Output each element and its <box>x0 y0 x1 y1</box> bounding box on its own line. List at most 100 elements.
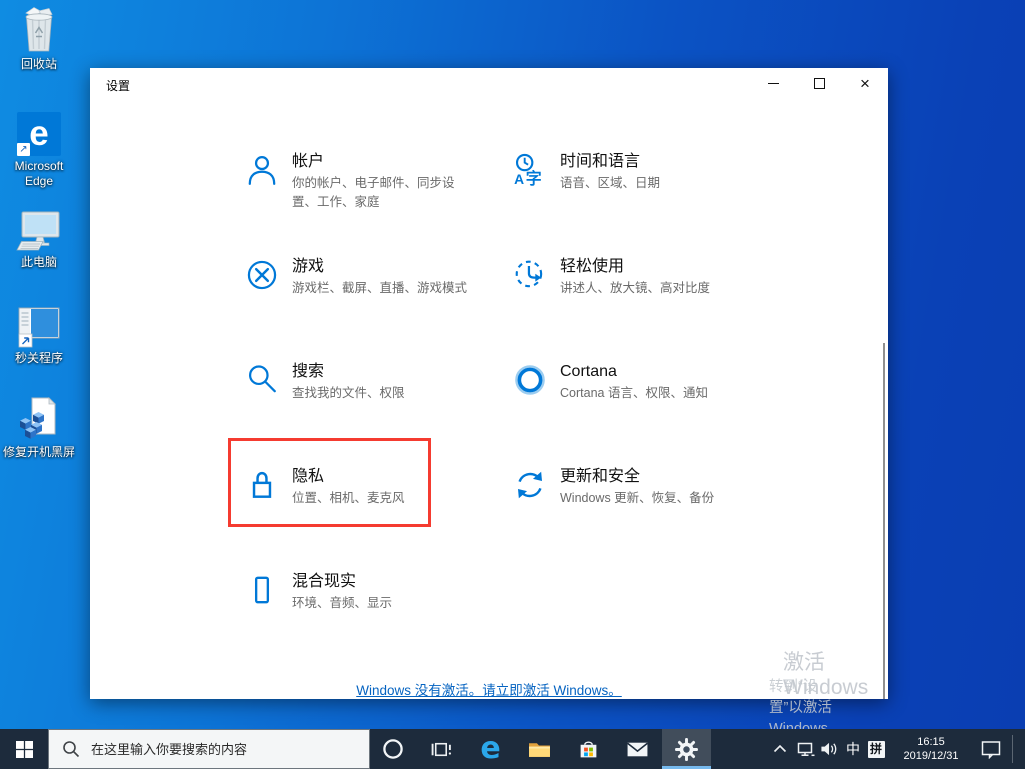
settings-window: 设置 × 帐户 你的帐户、电子邮件、同步设置、工作、家庭 A 字 时间和语言 语… <box>90 68 888 699</box>
ime-chinese-label: 中 <box>846 741 860 757</box>
taskbar-settings-button[interactable] <box>662 729 711 769</box>
taskbar-mail-button[interactable] <box>613 729 662 769</box>
chevron-up-icon <box>773 744 787 753</box>
category-update-security[interactable]: 更新和安全 Windows 更新、恢复、备份 <box>513 467 800 508</box>
action-center-button[interactable] <box>978 729 1004 769</box>
this-pc-icon <box>0 204 78 252</box>
cortana-icon <box>513 363 547 397</box>
lock-icon <box>245 468 279 502</box>
category-title: 时间和语言 <box>560 153 641 170</box>
windows-logo-icon <box>15 740 33 758</box>
show-desktop-button[interactable] <box>1013 729 1025 769</box>
desktop-icon-label: 修复开机黑屏 <box>2 445 75 459</box>
desktop-icon-recycle-bin[interactable]: 回收站 <box>0 6 78 72</box>
gear-icon <box>675 737 698 761</box>
taskbar-task-view-button[interactable] <box>417 729 466 769</box>
category-desc: 查找我的文件、权限 <box>292 386 405 400</box>
start-button[interactable] <box>0 729 48 769</box>
category-desc: Windows 更新、恢复、备份 <box>560 491 715 505</box>
window-scrollbar[interactable] <box>883 343 885 699</box>
taskbar-file-explorer-button[interactable] <box>515 729 564 769</box>
activation-link[interactable]: Windows 没有激活。请立即激活 Windows。 <box>356 683 622 698</box>
category-gaming[interactable]: 游戏 游戏栏、截屏、直播、游戏模式 <box>245 257 472 298</box>
desktop-icon-edge[interactable]: e ↗ Microsoft Edge <box>0 108 78 189</box>
category-accounts[interactable]: 帐户 你的帐户、电子邮件、同步设置、工作、家庭 <box>245 152 472 212</box>
person-icon <box>245 153 279 187</box>
window-title: 设置 <box>106 79 131 93</box>
desktop-icon-label: 此电脑 <box>20 255 57 269</box>
tray-clock[interactable]: 16:15 2019/12/31 <box>896 729 966 769</box>
xbox-icon <box>245 258 279 292</box>
tray-ime-badge[interactable]: 拼 <box>865 729 887 769</box>
category-time-language[interactable]: A 字 时间和语言 语音、区域、日期 <box>513 152 800 193</box>
category-desc: 环境、音频、显示 <box>292 596 393 610</box>
taskbar: e <box>0 729 1025 769</box>
desktop-icon-label: Microsoft Edge <box>14 159 64 188</box>
category-mixed-reality[interactable]: 混合现实 环境、音频、显示 <box>245 572 472 613</box>
minimize-button[interactable] <box>750 68 796 98</box>
network-icon <box>797 742 814 756</box>
maximize-button[interactable] <box>796 68 842 98</box>
minimize-icon <box>767 82 779 84</box>
close-button[interactable]: × <box>842 68 888 98</box>
svg-text:字: 字 <box>526 169 542 187</box>
taskbar-search-box[interactable] <box>48 729 370 769</box>
svg-text:A: A <box>514 171 524 187</box>
mail-icon <box>627 742 648 756</box>
category-desc: 你的帐户、电子邮件、同步设置、工作、家庭 <box>292 176 455 209</box>
activation-link-row: Windows 没有激活。请立即激活 Windows。 <box>90 679 888 700</box>
clock-language-icon: A 字 <box>513 153 547 188</box>
category-title: 游戏 <box>292 258 325 275</box>
category-title: 帐户 <box>292 153 325 170</box>
category-desc: 讲述人、放大镜、高对比度 <box>560 281 711 295</box>
tray-chevron-button[interactable] <box>770 729 790 769</box>
speaker-icon <box>821 742 837 756</box>
tray-ime-mode[interactable]: 中 <box>843 729 863 769</box>
edge-icon: e ↗ <box>0 108 78 156</box>
category-title: Cortana <box>560 363 617 380</box>
close-icon: × <box>860 73 870 93</box>
action-center-icon <box>981 740 1001 759</box>
desktop-icon-this-pc[interactable]: 此电脑 <box>0 204 78 270</box>
clock-time: 16:15 <box>917 736 945 748</box>
tray-volume-button[interactable] <box>817 729 842 769</box>
category-privacy[interactable]: 隐私 位置、相机、麦克风 <box>245 467 472 508</box>
category-title: 隐私 <box>292 468 325 485</box>
category-title: 轻松使用 <box>560 258 625 275</box>
category-desc: 游戏栏、截屏、直播、游戏模式 <box>292 281 468 295</box>
desktop-icon-registry-file[interactable]: 修复开机黑屏 <box>0 394 78 460</box>
registry-file-icon <box>0 394 78 442</box>
search-icon <box>63 741 80 758</box>
pinyin-ime-icon: 拼 <box>867 740 885 758</box>
window-titlebar[interactable]: 设置 × <box>90 68 888 100</box>
edge-icon: e <box>480 731 501 766</box>
category-desc: 位置、相机、麦克风 <box>292 491 405 505</box>
recycle-bin-icon <box>0 6 78 54</box>
search-input[interactable] <box>89 740 343 758</box>
program-window-icon <box>0 300 78 348</box>
magnifier-icon <box>245 363 279 397</box>
task-view-icon <box>431 742 452 756</box>
category-title: 混合现实 <box>292 573 357 590</box>
category-title: 更新和安全 <box>560 468 641 485</box>
taskbar-cortana-button[interactable] <box>368 729 417 769</box>
taskbar-store-button[interactable] <box>564 729 613 769</box>
category-cortana[interactable]: Cortana Cortana 语言、权限、通知 <box>513 362 800 403</box>
desktop: 回收站 e ↗ Microsoft Edge 此电脑 秒关程序 修复开机黑屏 设… <box>0 0 1025 769</box>
desktop-icon-program[interactable]: 秒关程序 <box>0 300 78 366</box>
store-icon <box>580 740 597 757</box>
ease-of-access-icon <box>513 258 547 292</box>
category-search[interactable]: 搜索 查找我的文件、权限 <box>245 362 472 403</box>
category-ease-of-access[interactable]: 轻松使用 讲述人、放大镜、高对比度 <box>513 257 800 298</box>
desktop-icon-label: 回收站 <box>20 57 57 71</box>
category-title: 搜索 <box>292 363 325 380</box>
refresh-arrows-icon <box>513 468 547 502</box>
mixed-reality-icon <box>245 573 279 607</box>
folder-icon <box>529 742 550 757</box>
maximize-icon <box>813 77 825 89</box>
tray-network-button[interactable] <box>793 729 818 769</box>
taskbar-edge-button[interactable]: e <box>466 729 515 769</box>
shortcut-arrow-icon: ↗ <box>17 143 30 156</box>
cortana-circle-icon <box>382 739 403 759</box>
desktop-icon-label: 秒关程序 <box>14 351 63 365</box>
